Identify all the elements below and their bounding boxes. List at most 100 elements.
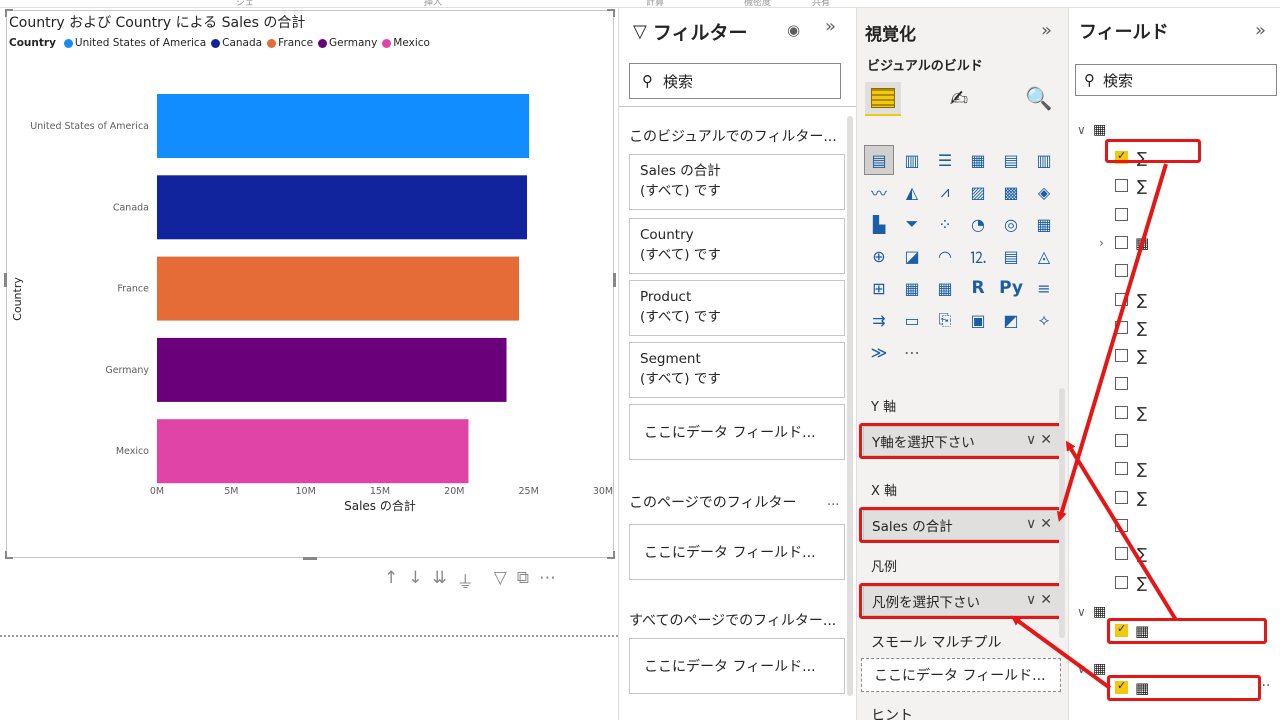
field-item[interactable] <box>1069 257 1280 285</box>
line-clustered-icon[interactable]: ▩ <box>997 178 1025 206</box>
area-icon[interactable]: ◭ <box>898 178 926 206</box>
field-checkbox[interactable] <box>1115 462 1128 476</box>
field-item[interactable] <box>1069 512 1280 540</box>
resize-handle-br[interactable] <box>607 551 615 559</box>
field-checkbox[interactable] <box>1115 377 1128 391</box>
filter-card-segment[interactable]: Segment (すべて) です <box>629 342 845 398</box>
filter-card-country[interactable]: Country (すべて) です <box>629 218 845 274</box>
page-filter-drop-zone[interactable]: ここにデータ フィールド... <box>629 524 845 580</box>
field-checkbox[interactable] <box>1115 349 1128 363</box>
legend-item[interactable]: Canada <box>211 37 262 49</box>
field-item[interactable]: ∑ <box>1069 286 1280 314</box>
field-item[interactable]: ∑ <box>1069 172 1280 200</box>
field-checkbox[interactable] <box>1115 179 1128 193</box>
kpi-icon[interactable]: ◬ <box>1030 242 1058 270</box>
get-more-visuals-icon[interactable]: ⋯ <box>898 338 926 366</box>
collapse-viz-icon[interactable]: » <box>1041 20 1052 41</box>
filter-icon[interactable]: ▽ <box>494 568 507 593</box>
field-checkbox[interactable] <box>1115 434 1128 447</box>
field-checkbox[interactable] <box>1115 207 1128 221</box>
filter-search-input[interactable]: ⚲ 検索 <box>629 63 841 99</box>
field-checkbox[interactable] <box>1115 490 1128 504</box>
bar-0[interactable] <box>157 94 530 158</box>
field-item[interactable] <box>1069 370 1280 398</box>
chevron-down-icon[interactable]: ∨ <box>1077 123 1086 137</box>
clustered-column-icon[interactable]: ▦ <box>964 146 992 174</box>
clustered-bar-icon[interactable]: ☰ <box>931 146 959 174</box>
field-item[interactable] <box>1069 427 1280 455</box>
ribbon-tab-1[interactable]: 挿入 <box>424 0 442 7</box>
resize-handle-bl[interactable] <box>5 551 13 559</box>
bar-2[interactable] <box>157 256 520 321</box>
line-column-icon[interactable]: ▨ <box>964 178 992 206</box>
ribbon-tab-3[interactable]: 機密度 <box>744 0 771 7</box>
stacked-area-icon[interactable]: ⩘ <box>931 178 959 206</box>
more-options-icon[interactable]: ⋯ <box>539 568 556 593</box>
resize-handle-tl[interactable] <box>5 9 13 17</box>
stacked-bar-icon[interactable]: ▤ <box>864 145 894 175</box>
analytics-tab[interactable]: 🔍 <box>1021 82 1057 116</box>
bar-4[interactable] <box>157 419 469 484</box>
ribbon-tab-4[interactable]: 共有 <box>812 0 830 7</box>
visual-filter-drop-zone[interactable]: ここにデータ フィールド... <box>629 404 845 460</box>
power-apps-icon[interactable]: ◩ <box>997 306 1025 334</box>
expand-hierarchy-icon[interactable]: ⏚ <box>457 568 474 593</box>
field-checkbox[interactable] <box>1115 235 1128 249</box>
slicer-icon[interactable]: ⊞ <box>865 274 893 302</box>
legend-item[interactable]: Mexico <box>382 37 430 49</box>
legend-item[interactable]: France <box>267 37 313 49</box>
collapse-filters-icon[interactable]: » <box>825 16 836 37</box>
legend-item[interactable]: United States of America <box>63 37 206 49</box>
field-more-options[interactable]: ··· <box>1257 678 1270 694</box>
python-visual-icon[interactable]: Py <box>997 274 1025 302</box>
gauge-icon[interactable]: ◠ <box>931 242 959 270</box>
resize-handle-bottom[interactable] <box>303 557 317 560</box>
resize-handle-tr[interactable] <box>607 9 615 17</box>
stacked-column-icon[interactable]: ▥ <box>898 146 926 174</box>
resize-handle-right[interactable] <box>613 273 616 287</box>
qa-icon[interactable]: ▭ <box>898 306 926 334</box>
bar-chart-visual[interactable]: Country および Country による Sales の合計 Countr… <box>4 9 616 560</box>
viz-scrollbar[interactable] <box>1059 388 1065 638</box>
smart-narrative-icon[interactable]: ⎘ <box>931 306 959 334</box>
matrix-icon[interactable]: ▦ <box>931 274 959 302</box>
chevron-right-icon[interactable]: › <box>1099 236 1104 250</box>
table-icon[interactable]: ▦ <box>898 274 926 302</box>
power-automate-icon[interactable]: ⟡ <box>1030 306 1058 334</box>
build-visual-tab[interactable] <box>865 82 901 116</box>
field-checkbox[interactable] <box>1115 518 1128 532</box>
more-visuals-icon[interactable]: ≫ <box>865 338 893 366</box>
field-checkbox[interactable] <box>1115 405 1128 419</box>
paginated-icon[interactable]: ▣ <box>964 306 992 334</box>
field-item[interactable]: ∑ <box>1069 540 1280 568</box>
field-checkbox[interactable] <box>1115 547 1128 561</box>
field-item[interactable]: ∑ <box>1069 342 1280 370</box>
field-item[interactable]: › ▦ <box>1069 229 1280 257</box>
field-item[interactable]: ∑ <box>1069 569 1280 597</box>
filled-map-icon[interactable]: ◪ <box>898 242 926 270</box>
resize-handle-left[interactable] <box>4 273 7 287</box>
treemap-icon[interactable]: ▦ <box>1030 210 1058 238</box>
bar-3[interactable] <box>157 337 507 402</box>
field-item[interactable]: ∑ <box>1069 399 1280 427</box>
filters-scrollbar[interactable] <box>847 116 853 696</box>
small-multiples-drop-zone[interactable]: ここにデータ フィールド... <box>861 658 1061 692</box>
field-item[interactable]: ∑ <box>1069 314 1280 342</box>
filter-card-product[interactable]: Product (すべて) です <box>629 280 845 336</box>
focus-mode-icon[interactable]: ⧉ <box>517 568 529 593</box>
field-checkbox[interactable] <box>1115 292 1128 306</box>
field-item[interactable] <box>1069 201 1280 229</box>
key-influencers-icon[interactable]: ≡ <box>1030 274 1058 302</box>
format-visual-tab[interactable]: ✍ <box>941 82 977 116</box>
field-checkbox[interactable] <box>1115 575 1128 589</box>
map-icon[interactable]: ⊕ <box>865 242 893 270</box>
ribbon-tab-0[interactable]: ジェ <box>236 0 254 7</box>
multi-row-card-icon[interactable]: ▤ <box>997 242 1025 270</box>
field-checkbox[interactable] <box>1115 320 1128 334</box>
ribbon-tab-2[interactable]: 計算 <box>646 0 664 7</box>
field-item[interactable]: ∑ <box>1069 455 1280 483</box>
bar-1[interactable] <box>157 175 528 240</box>
line-icon[interactable]: 〰 <box>865 178 893 206</box>
all-pages-filter-drop-zone[interactable]: ここにデータ フィールド... <box>629 638 845 694</box>
ribbon-icon[interactable]: ◈ <box>1030 178 1058 206</box>
